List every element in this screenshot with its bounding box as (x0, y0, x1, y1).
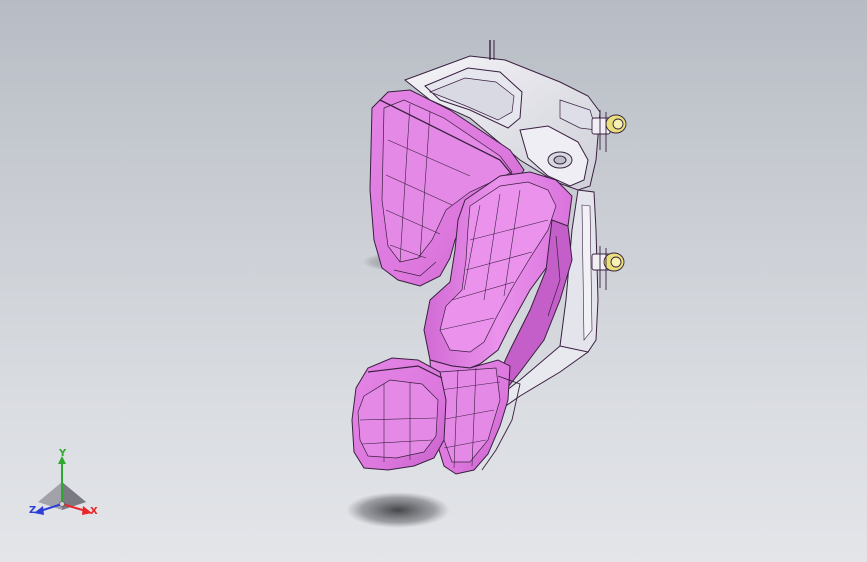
z-axis-label: Z (29, 505, 37, 516)
view-orientation-triad[interactable]: Y Z X (22, 448, 106, 524)
graphics-viewport[interactable]: Y Z X (0, 0, 867, 562)
seat-model[interactable] (0, 0, 867, 562)
x-axis-label: X (90, 506, 98, 517)
model-shadow-front (346, 492, 450, 528)
front-bolster-block (351, 357, 447, 471)
y-axis-label: Y (59, 448, 67, 459)
